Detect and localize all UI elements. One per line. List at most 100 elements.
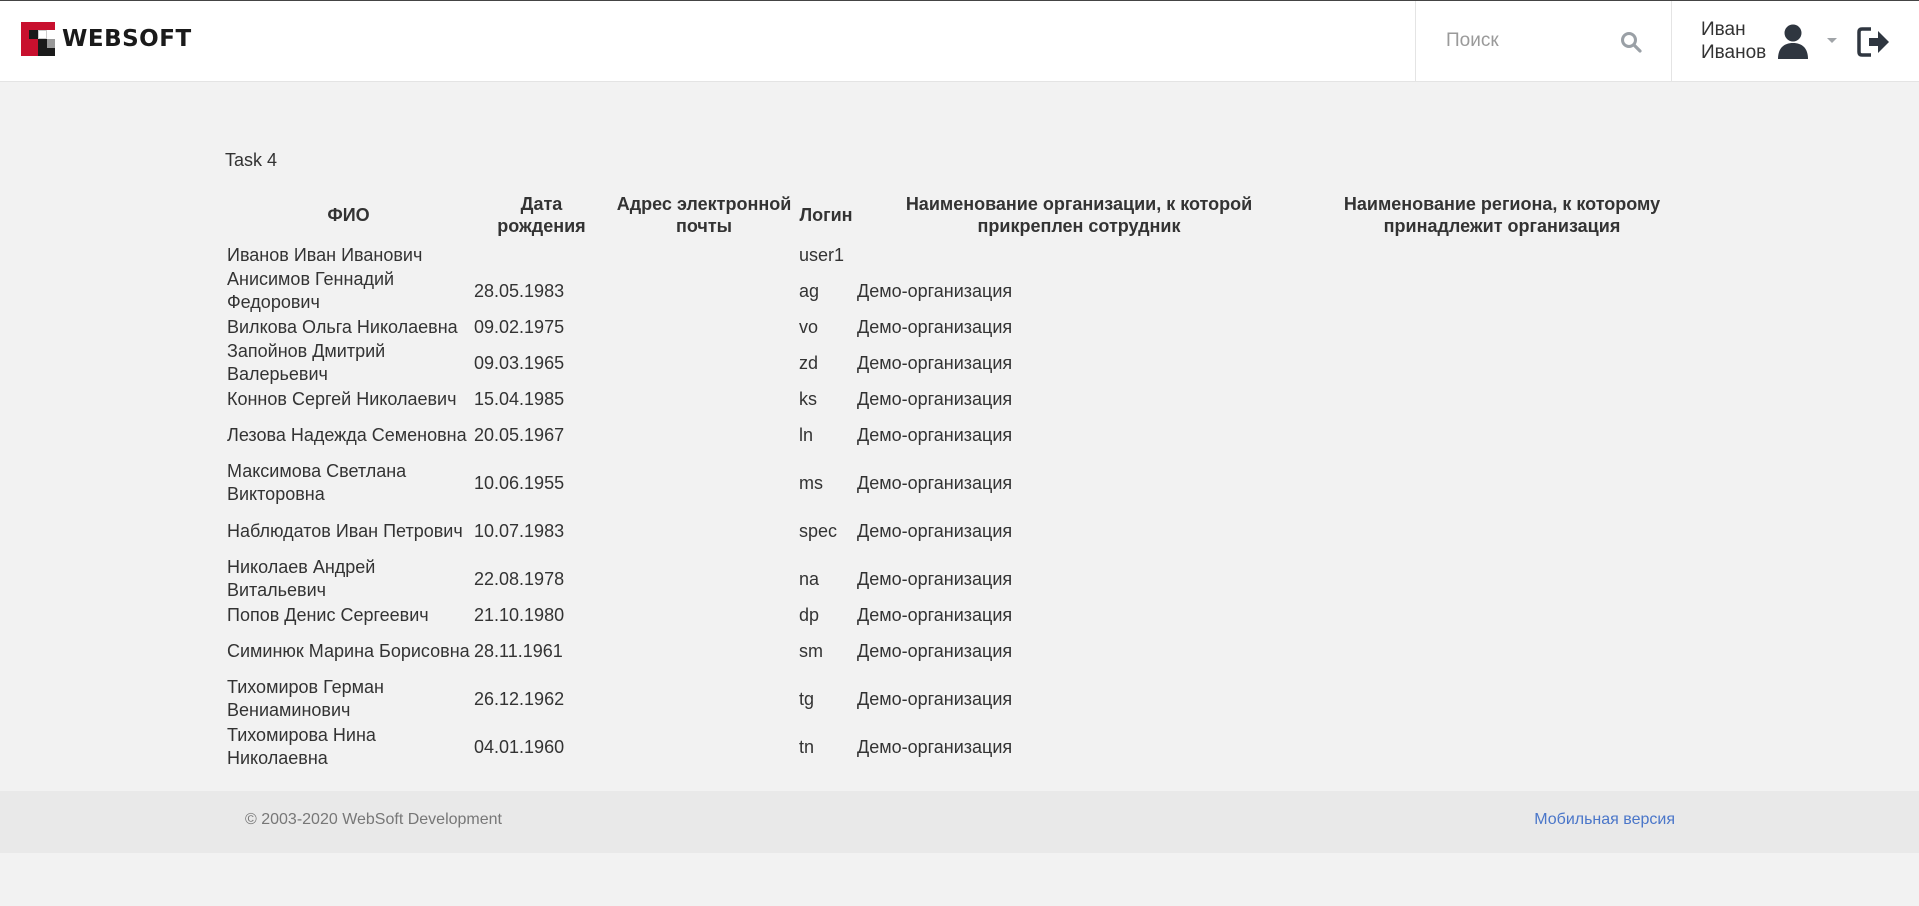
column-header-email[interactable]: Адрес электронной почты — [611, 193, 797, 243]
cell-birth-date: 22.08.1978 — [474, 568, 565, 589]
cell-email — [611, 507, 797, 555]
table-row[interactable]: Максимова Светлана Викторовна 10.06.1955… — [225, 459, 1701, 507]
table-row[interactable]: Наблюдатов Иван Петрович 10.07.1983 spec… — [225, 507, 1701, 555]
cell-birth-date: 28.05.1983 — [474, 280, 565, 301]
cell-fio: Тихомирова Нина Николаевна — [227, 725, 376, 768]
cell-email — [611, 603, 797, 627]
table-row[interactable]: Коннов Сергей Николаевич 15.04.1985 ks Д… — [225, 387, 1701, 411]
cell-email — [611, 627, 797, 675]
cell-fio: Попов Денис Сергеевич — [227, 604, 429, 625]
table-row[interactable]: Тихомирова Нина Николаевна 04.01.1960 tn… — [225, 723, 1701, 771]
cell-fio: Симинюк Марина Борисовна — [227, 640, 470, 661]
cell-login: dp — [799, 604, 820, 625]
cell-organization: Демо-организация — [857, 640, 1013, 661]
cell-region — [1303, 243, 1701, 267]
cell-email — [611, 315, 797, 339]
cell-organization: Демо-организация — [857, 520, 1013, 541]
logout-icon[interactable] — [1857, 26, 1891, 58]
table-row[interactable]: Симинюк Марина Борисовна 28.11.1961 sm Д… — [225, 627, 1701, 675]
logo-text: WEBSOFT — [62, 26, 192, 52]
cell-fio: Иванов Иван Иванович — [227, 244, 423, 265]
cell-fio: Вилкова Ольга Николаевна — [227, 316, 458, 337]
cell-birth-date: 04.01.1960 — [474, 736, 565, 757]
cell-organization: Демо-организация — [857, 388, 1013, 409]
cell-email — [611, 723, 797, 771]
cell-birth-date: 10.06.1955 — [474, 472, 565, 493]
cell-region — [1303, 459, 1701, 507]
cell-email — [611, 555, 797, 603]
table-row[interactable]: Иванов Иван Иванович user1 — [225, 243, 1701, 267]
search-input[interactable] — [1446, 25, 1626, 57]
cell-login: ks — [799, 388, 817, 409]
table-row[interactable]: Запойнов Дмитрий Валерьевич 09.03.1965 z… — [225, 339, 1701, 387]
copyright-text: © 2003-2020 WebSoft Development — [245, 811, 502, 828]
cell-login: spec — [799, 520, 838, 541]
footer: © 2003-2020 WebSoft Development Мобильна… — [0, 791, 1919, 853]
cell-fio: Анисимов Геннадий Федорович — [227, 269, 395, 312]
cell-login: tg — [799, 688, 815, 709]
cell-region — [1303, 315, 1701, 339]
column-header-login[interactable]: Логин — [797, 193, 855, 243]
cell-region — [1303, 267, 1701, 315]
cell-region — [1303, 507, 1701, 555]
column-header-birth-date[interactable]: Дата рождения — [472, 193, 611, 243]
top-header: WEBSOFT Иван Иванов — [0, 1, 1919, 82]
cell-organization: Демо-организация — [857, 316, 1013, 337]
user-avatar-icon[interactable] — [1776, 24, 1810, 60]
cell-email — [611, 387, 797, 411]
cell-birth-date: 09.03.1965 — [474, 352, 565, 373]
cell-fio: Наблюдатов Иван Петрович — [227, 520, 463, 541]
cell-region — [1303, 627, 1701, 675]
page-title: Task 4 — [225, 150, 278, 170]
cell-login: user1 — [799, 244, 845, 265]
cell-region — [1303, 411, 1701, 459]
cell-organization: Демо-организация — [857, 352, 1013, 373]
logo[interactable]: WEBSOFT — [21, 22, 192, 56]
cell-birth-date: 20.05.1967 — [474, 424, 565, 445]
cell-organization: Демо-организация — [857, 280, 1013, 301]
cell-fio: Тихомиров Герман Вениаминович — [227, 677, 384, 720]
cell-email — [611, 459, 797, 507]
cell-fio: Запойнов Дмитрий Валерьевич — [227, 341, 386, 384]
cell-organization: Демо-организация — [857, 568, 1013, 589]
mobile-version-link[interactable]: Мобильная версия — [1534, 811, 1675, 829]
cell-organization: Демо-организация — [857, 472, 1013, 493]
user-last-name: Иванов — [1701, 42, 1767, 63]
cell-email — [611, 243, 797, 267]
cell-email — [611, 339, 797, 387]
cell-region — [1303, 555, 1701, 603]
column-header-organization[interactable]: Наименование организации, к которой прик… — [855, 193, 1303, 243]
chevron-down-icon[interactable] — [1826, 37, 1838, 45]
cell-region — [1303, 603, 1701, 627]
employees-table: ФИО Дата рождения Адрес электронной почт… — [225, 193, 1701, 771]
cell-region — [1303, 723, 1701, 771]
cell-login: ln — [799, 424, 814, 445]
cell-region — [1303, 339, 1701, 387]
table-row[interactable]: Попов Денис Сергеевич 21.10.1980 dp Демо… — [225, 603, 1701, 627]
cell-fio: Коннов Сергей Николаевич — [227, 388, 457, 409]
table-header-row: ФИО Дата рождения Адрес электронной почт… — [225, 193, 1701, 243]
table-row[interactable]: Лезова Надежда Семеновна 20.05.1967 ln Д… — [225, 411, 1701, 459]
cell-organization: Демо-организация — [857, 604, 1013, 625]
cell-fio: Лезова Надежда Семеновна — [227, 424, 467, 445]
table-row[interactable]: Вилкова Ольга Николаевна 09.02.1975 vo Д… — [225, 315, 1701, 339]
table-row[interactable]: Тихомиров Герман Вениаминович 26.12.1962… — [225, 675, 1701, 723]
cell-birth-date: 10.07.1983 — [474, 520, 565, 541]
cell-birth-date — [472, 243, 611, 267]
search-icon[interactable] — [1620, 31, 1642, 53]
column-header-region[interactable]: Наименование региона, к которому принадл… — [1303, 193, 1701, 243]
cell-birth-date: 21.10.1980 — [474, 604, 565, 625]
cell-login: ag — [799, 280, 820, 301]
cell-email — [611, 675, 797, 723]
cell-login: na — [799, 568, 820, 589]
table-row[interactable]: Николаев Андрей Витальевич 22.08.1978 na… — [225, 555, 1701, 603]
user-name[interactable]: Иван Иванов — [1701, 18, 1766, 64]
cell-email — [611, 411, 797, 459]
table-row[interactable]: Анисимов Геннадий Федорович 28.05.1983 a… — [225, 267, 1701, 315]
cell-region — [1303, 387, 1701, 411]
cell-birth-date: 15.04.1985 — [474, 388, 565, 409]
cell-fio: Максимова Светлана Викторовна — [227, 461, 407, 504]
cell-organization — [855, 243, 1303, 267]
cell-login: sm — [799, 640, 823, 661]
column-header-fio[interactable]: ФИО — [225, 193, 472, 243]
